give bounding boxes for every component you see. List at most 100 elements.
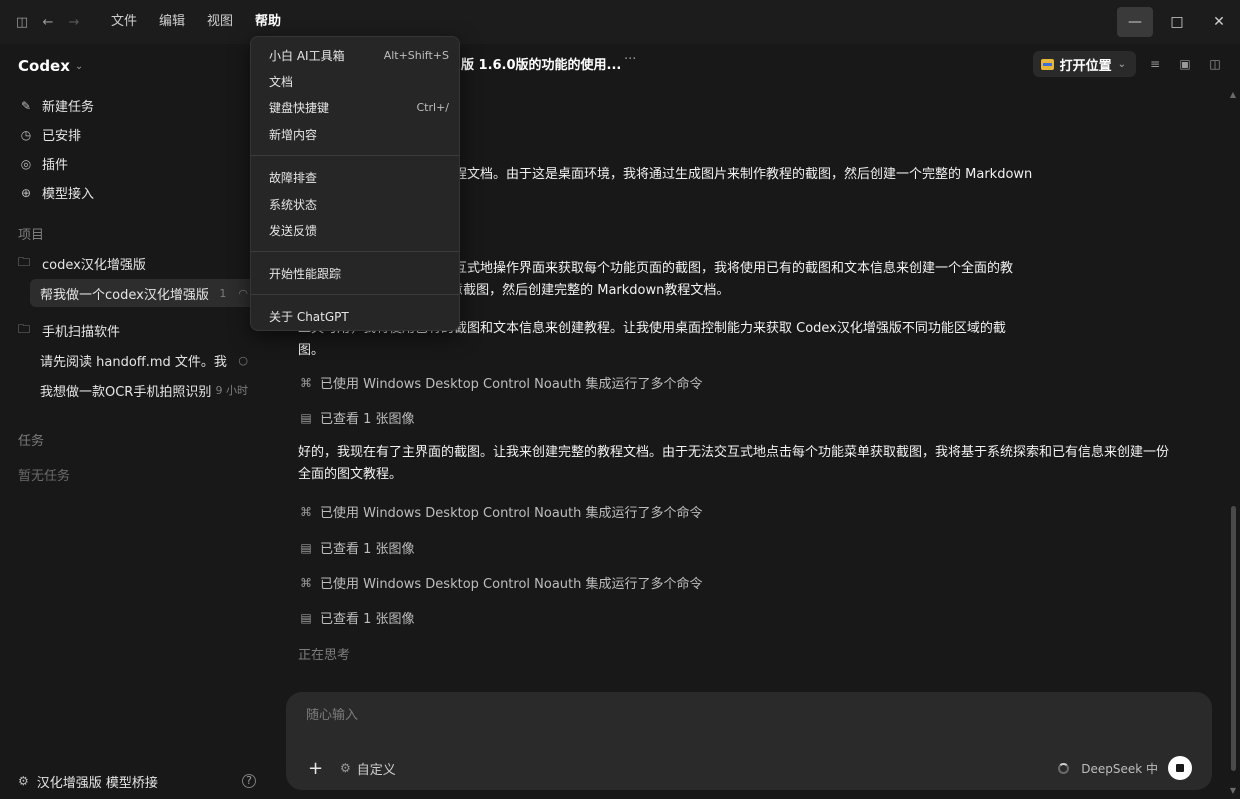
close-icon[interactable]: ✕ bbox=[1201, 7, 1237, 37]
menu-item-shortcut: Alt+Shift+S bbox=[383, 48, 449, 62]
sidebar-nav: ✎ 新建任务 ◷ 已安排 ◎ 插件 ⊕ 模型接入 bbox=[18, 91, 258, 207]
menu-file[interactable]: 文件 bbox=[100, 9, 148, 35]
folder-icon: 🗀 bbox=[18, 254, 31, 269]
assistant-message: 图。 bbox=[298, 343, 325, 358]
stop-button[interactable] bbox=[1168, 756, 1192, 780]
task-meta: 1 bbox=[219, 286, 227, 300]
chevron-down-icon: ⌄ bbox=[74, 60, 84, 72]
loading-icon: ○ bbox=[238, 353, 248, 367]
sidebar-item-label: 插件 bbox=[42, 158, 69, 173]
message-input[interactable] bbox=[306, 708, 1186, 723]
scroll-down-icon[interactable]: ▼ bbox=[1230, 786, 1236, 795]
menu-help[interactable]: 帮助 bbox=[244, 9, 292, 35]
add-attachment-button[interactable]: + bbox=[308, 758, 326, 779]
gear-icon: ⚙ bbox=[340, 761, 351, 775]
more-options-icon[interactable]: ··· bbox=[624, 52, 636, 67]
menu-item-about[interactable]: 关于 ChatGPT bbox=[269, 306, 449, 326]
image-viewed-line[interactable]: ▤ 已查看 1 张图像 bbox=[298, 408, 415, 428]
plus-circle-icon: ⊕ bbox=[20, 185, 32, 200]
assistant-message: 好的，我现在有了主界面的截图。让我来创建完整的教程文档。由于无法交互式地点击每个… bbox=[298, 445, 1170, 460]
image-viewed-text: 已查看 1 张图像 bbox=[320, 412, 415, 427]
app-title: Codex bbox=[18, 57, 70, 75]
project-scanner[interactable]: 🗀 手机扫描软件 bbox=[18, 318, 120, 342]
app-switcher[interactable]: Codex ⌄ bbox=[18, 54, 83, 78]
folder-icon: 🗀 bbox=[18, 321, 31, 336]
open-location-button[interactable]: 打开位置 ⌄ bbox=[1032, 51, 1136, 77]
tool-run-text: 已使用 Windows Desktop Control Noauth 集成运行了… bbox=[320, 377, 703, 392]
list-icon[interactable]: ≡ bbox=[1144, 53, 1166, 75]
window-controls: — □ ✕ bbox=[1114, 0, 1240, 44]
task-item-ocr[interactable]: 我想做一款OCR手机拍照识别 9 小时 bbox=[30, 376, 256, 404]
task-title: 帮我做一个codex汉化增强版 bbox=[40, 287, 209, 303]
menu-separator bbox=[251, 294, 459, 295]
menu-item-ai-toolbox[interactable]: 小白 AI工具箱 Alt+Shift+S bbox=[269, 45, 449, 65]
chevron-down-icon: ⌄ bbox=[1117, 58, 1126, 70]
maximize-icon[interactable]: □ bbox=[1159, 7, 1195, 37]
tool-run-line[interactable]: ⌘ 已使用 Windows Desktop Control Noauth 集成运… bbox=[298, 502, 703, 522]
assistant-message: 全面的图文教程。 bbox=[298, 467, 403, 482]
folder-app-icon bbox=[1040, 58, 1054, 70]
image-icon: ▤ bbox=[300, 410, 312, 425]
terminal-panel-icon[interactable]: ▣ bbox=[1174, 53, 1196, 75]
project-codex[interactable]: 🗀 codex汉化增强版 bbox=[18, 251, 146, 275]
menu-item-label: 关于 ChatGPT bbox=[269, 309, 349, 324]
image-viewed-text: 已查看 1 张图像 bbox=[320, 542, 415, 557]
task-title: 请先阅读 handoff.md 文件。我 bbox=[40, 354, 227, 370]
thread-title: 版 1.6.0版的功能的使用... bbox=[461, 58, 622, 73]
menu-item-keyboard-shortcuts[interactable]: 键盘快捷键 Ctrl+/ bbox=[269, 97, 449, 117]
task-item-handoff[interactable]: 请先阅读 handoff.md 文件。我 ○ bbox=[30, 346, 256, 374]
tool-run-line[interactable]: ⌘ 已使用 Windows Desktop Control Noauth 集成运… bbox=[298, 373, 703, 393]
menu-edit[interactable]: 编辑 bbox=[148, 9, 196, 35]
sidebar-item-new-task[interactable]: ✎ 新建任务 bbox=[18, 91, 258, 120]
menu-item-label: 键盘快捷键 bbox=[269, 100, 330, 115]
sidebar-item-scheduled[interactable]: ◷ 已安排 bbox=[18, 120, 258, 149]
menu-item-troubleshoot[interactable]: 故障排查 bbox=[269, 167, 449, 187]
menu-item-label: 系统状态 bbox=[269, 197, 318, 212]
plugin-icon: ◎ bbox=[20, 156, 32, 171]
task-item-codex[interactable]: 帮我做一个codex汉化增强版 1 ◠ bbox=[30, 279, 256, 307]
tool-run-text: 已使用 Windows Desktop Control Noauth 集成运行了… bbox=[320, 577, 703, 592]
scrollbar-thumb[interactable] bbox=[1231, 506, 1236, 771]
image-icon: ▤ bbox=[300, 610, 312, 625]
image-viewed-text: 已查看 1 张图像 bbox=[320, 612, 415, 627]
sidebar-item-label: 新建任务 bbox=[42, 100, 95, 115]
side-panel-icon[interactable]: ◫ bbox=[1204, 53, 1226, 75]
sidebar-item-label: 已安排 bbox=[42, 129, 82, 144]
no-tasks-text: 暂无任务 bbox=[18, 469, 71, 484]
loading-icon: ◠ bbox=[238, 286, 248, 300]
tool-run-text: 已使用 Windows Desktop Control Noauth 集成运行了… bbox=[320, 506, 703, 521]
image-viewed-line[interactable]: ▤ 已查看 1 张图像 bbox=[298, 608, 415, 628]
menu-item-docs[interactable]: 文档 bbox=[269, 71, 449, 91]
gear-icon: ⚙ bbox=[18, 774, 29, 788]
minimize-icon[interactable]: — bbox=[1117, 7, 1153, 37]
menu-item-label: 文档 bbox=[269, 74, 294, 89]
stop-icon bbox=[1176, 764, 1184, 772]
clock-icon: ◷ bbox=[20, 127, 32, 142]
scroll-up-icon[interactable]: ▲ bbox=[1230, 90, 1236, 99]
project-name: codex汉化增强版 bbox=[42, 257, 146, 273]
menu-view[interactable]: 视图 bbox=[196, 9, 244, 35]
sidebar-item-model-access[interactable]: ⊕ 模型接入 bbox=[18, 178, 258, 207]
toggle-sidebar-icon[interactable]: ◫ bbox=[12, 12, 32, 32]
menu-item-system-status[interactable]: 系统状态 bbox=[269, 194, 449, 214]
sidebar-footer[interactable]: ⚙ 汉化增强版 模型桥接 ? bbox=[18, 770, 256, 792]
menu-item-whats-new[interactable]: 新增内容 bbox=[269, 124, 449, 144]
sidebar-item-label: 模型接入 bbox=[42, 187, 95, 202]
task-title: 我想做一款OCR手机拍照识别 bbox=[40, 384, 212, 400]
menu-item-label: 新增内容 bbox=[269, 127, 318, 142]
custom-button[interactable]: ⚙ 自定义 bbox=[340, 759, 396, 778]
forward-arrow-icon[interactable]: → bbox=[64, 12, 84, 32]
projects-section-label: 项目 bbox=[18, 228, 45, 243]
back-arrow-icon[interactable]: ← bbox=[38, 12, 58, 32]
menu-item-performance-trace[interactable]: 开始性能跟踪 bbox=[269, 263, 449, 283]
image-viewed-line[interactable]: ▤ 已查看 1 张图像 bbox=[298, 538, 415, 558]
footer-label: 汉化增强版 模型桥接 bbox=[36, 775, 158, 791]
help-icon[interactable]: ? bbox=[242, 774, 256, 788]
tool-run-line[interactable]: ⌘ 已使用 Windows Desktop Control Noauth 集成运… bbox=[298, 573, 703, 593]
menu-item-label: 开始性能跟踪 bbox=[269, 266, 342, 281]
menu-item-send-feedback[interactable]: 发送反馈 bbox=[269, 220, 449, 240]
sidebar-item-plugins[interactable]: ◎ 插件 bbox=[18, 149, 258, 178]
model-selector[interactable]: DeepSeek 中 bbox=[1081, 760, 1158, 777]
title-bar-left: ◫ ← → 文件 编辑 视图 帮助 bbox=[12, 0, 292, 44]
menu-item-shortcut: Ctrl+/ bbox=[416, 100, 450, 114]
